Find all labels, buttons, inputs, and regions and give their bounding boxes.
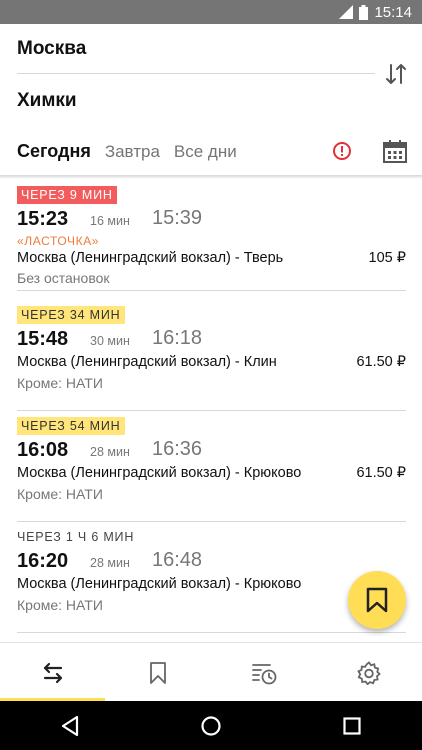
signal-icon	[339, 5, 354, 19]
stops-info: Кроме: НАТИ	[17, 597, 103, 613]
day-tabs: Сегодня Завтра Все дни	[17, 141, 237, 162]
departure-time: 15:48	[17, 328, 69, 350]
duration: 16 мин	[90, 214, 130, 228]
route-name: Москва (Ленинградский вокзал) - Тверь	[17, 250, 284, 266]
bookmark-fab[interactable]	[348, 571, 406, 629]
departure-time: 16:08	[17, 439, 69, 461]
ticket-price: 61.50 ₽	[356, 465, 406, 481]
search-header: Москва Химки Сегодня Завтра Все дни	[0, 24, 422, 176]
system-navigation-bar	[0, 701, 422, 750]
battery-icon	[359, 4, 369, 20]
duration: 28 мин	[90, 445, 130, 459]
departure-time: 16:20	[17, 550, 69, 572]
ticket-price: 61.50 ₽	[356, 354, 406, 370]
back-icon[interactable]	[60, 715, 80, 737]
departure-time: 15:23	[17, 208, 69, 230]
settings-icon	[356, 660, 381, 685]
nav-history[interactable]	[211, 643, 316, 702]
route-name: Москва (Ленинградский вокзал) - Крюково	[17, 465, 302, 481]
nav-routes[interactable]	[0, 643, 105, 702]
bookmark-icon	[149, 661, 166, 684]
arrival-time: 16:48	[152, 549, 203, 571]
from-station-field[interactable]: Москва	[17, 38, 86, 60]
calendar-icon[interactable]	[383, 139, 407, 163]
duration: 30 мин	[90, 334, 130, 348]
time-until-badge: ЧЕРЕЗ 54 МИН	[17, 417, 125, 435]
tab-today[interactable]: Сегодня	[17, 141, 91, 162]
train-card[interactable]: ЧЕРЕЗ 1 Ч 6 МИН 16:20 28 мин 16:48 Москв…	[17, 522, 406, 633]
train-brand: «ЛАСТОЧКА»	[17, 234, 100, 248]
routes-icon	[43, 662, 62, 683]
divider	[17, 73, 375, 74]
train-card[interactable]: ЧЕРЕЗ 34 МИН 15:48 30 мин 16:18 Москва (…	[17, 300, 406, 411]
stops-info: Кроме: НАТИ	[17, 486, 103, 502]
train-card[interactable]: ЧЕРЕЗ 9 МИН 15:23 16 мин 15:39 «ЛАСТОЧКА…	[17, 180, 406, 291]
time-until-badge: ЧЕРЕЗ 9 МИН	[17, 186, 117, 204]
route-name: Москва (Ленинградский вокзал) - Клин	[17, 354, 277, 370]
status-bar: 15:14	[0, 0, 422, 24]
swap-vertical-icon[interactable]	[382, 60, 410, 88]
tab-all-days[interactable]: Все дни	[174, 142, 237, 162]
alert-circle-icon[interactable]	[332, 141, 352, 161]
history-icon	[251, 663, 276, 684]
stops-info: Без остановок	[17, 270, 110, 286]
train-list[interactable]: ЧЕРЕЗ 9 МИН 15:23 16 мин 15:39 «ЛАСТОЧКА…	[0, 180, 422, 642]
ticket-price: 105 ₽	[368, 250, 406, 266]
train-card[interactable]: ЧЕРЕЗ 54 МИН 16:08 28 мин 16:36 Москва (…	[17, 411, 406, 522]
arrival-time: 16:36	[152, 438, 203, 460]
tab-tomorrow[interactable]: Завтра	[105, 142, 160, 162]
home-icon[interactable]	[200, 715, 222, 737]
arrival-time: 16:18	[152, 327, 203, 349]
nav-settings[interactable]	[316, 643, 421, 702]
time-until-badge: ЧЕРЕЗ 1 Ч 6 МИН	[17, 530, 135, 544]
bookmark-icon	[366, 587, 388, 613]
status-time: 15:14	[374, 3, 412, 21]
header-shadow	[0, 175, 422, 179]
nav-bookmarks[interactable]	[105, 643, 210, 702]
time-until-badge: ЧЕРЕЗ 34 МИН	[17, 306, 125, 324]
arrival-time: 15:39	[152, 207, 203, 229]
bottom-navigation	[0, 642, 422, 702]
to-station-field[interactable]: Химки	[17, 90, 77, 112]
recents-icon[interactable]	[342, 716, 362, 736]
duration: 28 мин	[90, 556, 130, 570]
stops-info: Кроме: НАТИ	[17, 375, 103, 391]
route-name: Москва (Ленинградский вокзал) - Крюково	[17, 576, 302, 592]
